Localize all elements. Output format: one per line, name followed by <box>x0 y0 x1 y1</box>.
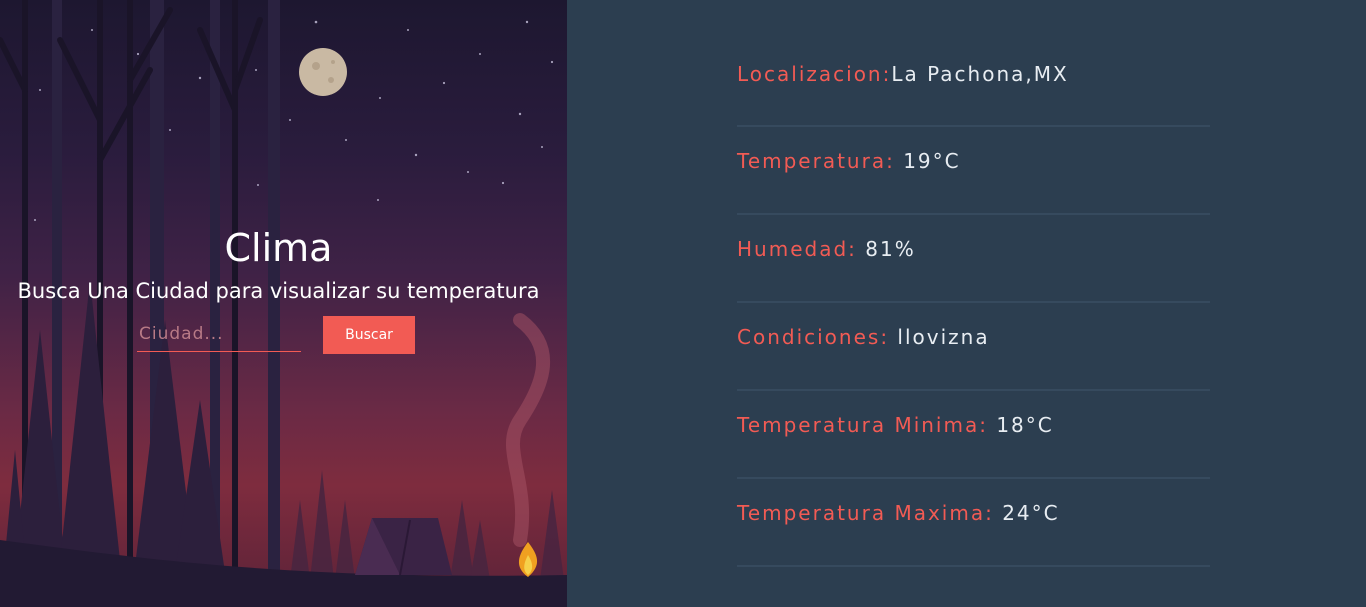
conditions-value: llovizna <box>897 325 990 349</box>
results-panel: Localizacion:La Pachona,MX Temperatura: … <box>567 0 1366 607</box>
conditions-row: Condiciones: llovizna <box>737 303 1210 391</box>
location-value: La Pachona,MX <box>891 62 1069 86</box>
temperature-label: Temperatura: <box>737 149 904 173</box>
humidity-row: Humedad: 81% <box>737 215 1210 303</box>
app-root: Clima Busca Una Ciudad para visualizar s… <box>0 0 1366 607</box>
temperature-row: Temperatura: 19°C <box>737 127 1210 215</box>
location-row: Localizacion:La Pachona,MX <box>737 40 1210 127</box>
stars <box>34 20 554 221</box>
max-temperature-row: Temperatura Maxima: 24°C <box>737 479 1210 567</box>
min-temperature-label: Temperatura Minima: <box>737 413 997 437</box>
moon-icon <box>299 48 347 96</box>
max-temperature-label: Temperatura Maxima: <box>737 501 1003 525</box>
campfire-icon <box>518 542 538 577</box>
conditions-label: Condiciones: <box>737 325 898 349</box>
humidity-label: Humedad: <box>737 237 866 261</box>
min-temperature-row: Temperatura Minima: 18°C <box>737 391 1210 479</box>
search-header: Clima Busca Una Ciudad para visualizar s… <box>0 222 557 306</box>
tent-icon <box>355 518 452 576</box>
search-panel: Clima Busca Una Ciudad para visualizar s… <box>0 0 567 607</box>
min-temperature-value: 18°C <box>996 413 1054 437</box>
temperature-value: 19°C <box>903 149 961 173</box>
app-title: Clima <box>224 226 333 270</box>
app-subtitle: Busca Una Ciudad para visualizar su temp… <box>17 279 540 303</box>
city-input[interactable] <box>137 316 301 352</box>
search-button[interactable]: Buscar <box>323 316 415 354</box>
smoke <box>505 313 551 547</box>
search-form: Buscar <box>137 316 415 354</box>
humidity-value: 81% <box>865 237 916 261</box>
max-temperature-value: 24°C <box>1002 501 1060 525</box>
weather-info-list: Localizacion:La Pachona,MX Temperatura: … <box>737 40 1210 567</box>
location-label: Localizacion: <box>737 62 892 86</box>
